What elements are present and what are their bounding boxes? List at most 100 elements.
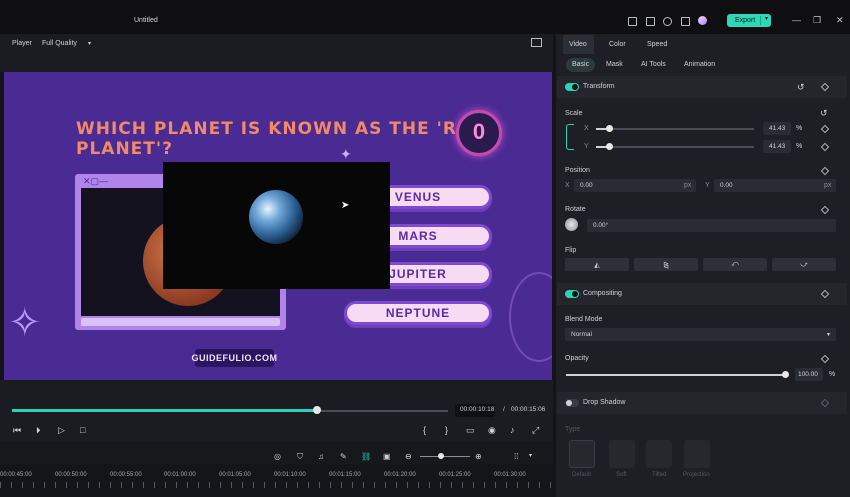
prev-frame-icon[interactable]: ⏮ [13,425,21,436]
option-neptune: NEPTUNE [344,301,492,325]
opacity-knob[interactable] [782,371,789,378]
scale-y-track[interactable] [596,146,754,148]
sparkle-icon: ✦ [340,146,352,162]
subtab-basic[interactable]: Basic [572,61,589,68]
ruler-ticks [0,482,553,488]
mic-icon[interactable]: ♫ [318,452,324,461]
chevron-down-icon[interactable]: ▾ [827,331,830,338]
grid-icon[interactable]: ⁞⁞ [514,452,518,461]
tab-video[interactable]: Video [569,41,587,48]
scale-y-label: Y [584,143,589,150]
blend-mode-label: Blend Mode [565,316,603,323]
timeline-ruler[interactable] [0,464,553,497]
scale-x-knob[interactable] [605,125,613,132]
scale-x-track[interactable] [596,128,754,130]
tick-label: 00:01:25:00 [439,472,471,478]
play-icon[interactable]: ▷ [58,425,65,436]
chevron-down-icon[interactable]: ▾ [529,452,532,459]
display-icon[interactable]: ▭ [466,425,475,436]
position-y-label: Y [705,182,710,189]
decor-ring [509,272,552,362]
scale-x-label: X [584,125,589,132]
opacity-fill [566,374,786,376]
position-x-label: X [565,182,570,189]
watermark: GUIDEFULIO.COM [192,349,277,367]
flip-horizontal-button[interactable]: ◭ [565,258,629,271]
subtab-ai-tools[interactable]: AI Tools [641,61,666,68]
close-icon[interactable]: ✕ [836,15,844,26]
compositing-toggle[interactable] [565,290,579,298]
flip-vertical-button[interactable]: ⧎ [634,258,698,271]
reset-icon[interactable]: ↺ [797,82,805,93]
export-label: Export [735,17,756,24]
avatar[interactable] [698,16,707,25]
camera-icon[interactable]: ◉ [488,425,496,436]
drop-shadow-toggle[interactable] [565,399,579,407]
scale-y-knob[interactable] [605,143,613,150]
shadow-soft-label: Soft [616,472,627,478]
tick-label: 00:01:10:00 [274,472,306,478]
transform-label: Transform [583,83,615,90]
chevron-down-icon[interactable]: ▾ [765,15,768,22]
zoom-in-icon[interactable]: ⊕ [475,452,482,461]
export-button[interactable]: Export ▾ [727,14,771,27]
shadow-projection-button [684,440,710,468]
scale-y-unit: % [796,143,803,150]
tab-color[interactable]: Color [609,41,626,48]
opacity-label: Opacity [565,355,589,362]
rotate-field[interactable]: 0.00° [587,219,836,232]
current-time: 00:00:10:18 [460,406,495,413]
shadow-tilted-label: Tilted [652,472,667,478]
rotate-dial[interactable] [565,218,578,231]
link-icon[interactable] [566,124,574,150]
volume-icon[interactable]: ♪ [510,425,515,435]
mark-in-icon[interactable]: { [423,425,426,435]
rotate-left-button[interactable]: ⤺ [703,258,767,271]
timer-badge: 0 [456,110,502,156]
scale-y-value[interactable]: 41.43 [763,140,791,153]
overlay-clip[interactable]: ➤ [163,162,390,289]
subtitle-icon[interactable]: ▣ [383,452,391,461]
zoom-knob[interactable] [438,453,444,459]
fullscreen-icon[interactable]: ⤢ [532,425,539,436]
mark-out-icon[interactable]: } [445,425,448,435]
position-x-field[interactable]: 0.00 [574,179,696,192]
player-gap [0,54,553,72]
chevron-down-icon[interactable]: ▾ [88,40,91,47]
zoom-slider[interactable] [420,456,470,457]
stop-icon[interactable]: □ [80,425,85,435]
blend-mode-select[interactable]: Normal [565,328,836,341]
shadow-tilted-button [646,440,672,468]
reset-icon[interactable]: ↺ [820,108,828,119]
shadow-projection-label: Projection [683,472,710,478]
save-icon[interactable] [646,17,655,26]
rotate-label: Rotate [565,206,586,213]
quality-select[interactable]: Full Quality [42,40,77,47]
tick-label: 00:00:55:00 [110,472,142,478]
shield-icon[interactable]: ⛉ [297,452,303,462]
rotate-right-button[interactable]: ⤻ [772,258,836,271]
zoom-out-icon[interactable]: ⊖ [405,452,412,461]
scale-label: Scale [565,110,583,117]
compositing-label: Compositing [583,290,622,297]
title-bar: Untitled Export ▾ — ❐ ✕ [0,0,850,34]
render-icon[interactable]: ◎ [274,452,281,461]
player-header: Player Full Quality ▾ [0,34,553,54]
monitor-icon[interactable] [628,17,637,26]
snapshot-icon[interactable] [531,38,542,47]
opacity-value[interactable]: 100.00 [795,368,823,381]
subtab-animation[interactable]: Animation [684,61,715,68]
subtab-mask[interactable]: Mask [606,61,623,68]
restore-icon[interactable]: ❐ [813,15,821,26]
step-icon[interactable]: ⏵ [36,425,41,436]
tab-speed[interactable]: Speed [647,41,667,48]
time-separator: / [503,406,505,413]
edit-icon[interactable]: ✎ [340,452,347,461]
scale-x-value[interactable]: 41.43 [763,122,791,135]
position-y-field[interactable]: 0.00 [714,179,836,192]
cloud-icon[interactable] [663,17,672,26]
link-icon[interactable]: ⛓ [361,452,371,461]
grid-icon[interactable] [681,17,690,26]
transform-toggle[interactable] [565,83,579,91]
minimize-icon[interactable]: — [792,15,801,25]
